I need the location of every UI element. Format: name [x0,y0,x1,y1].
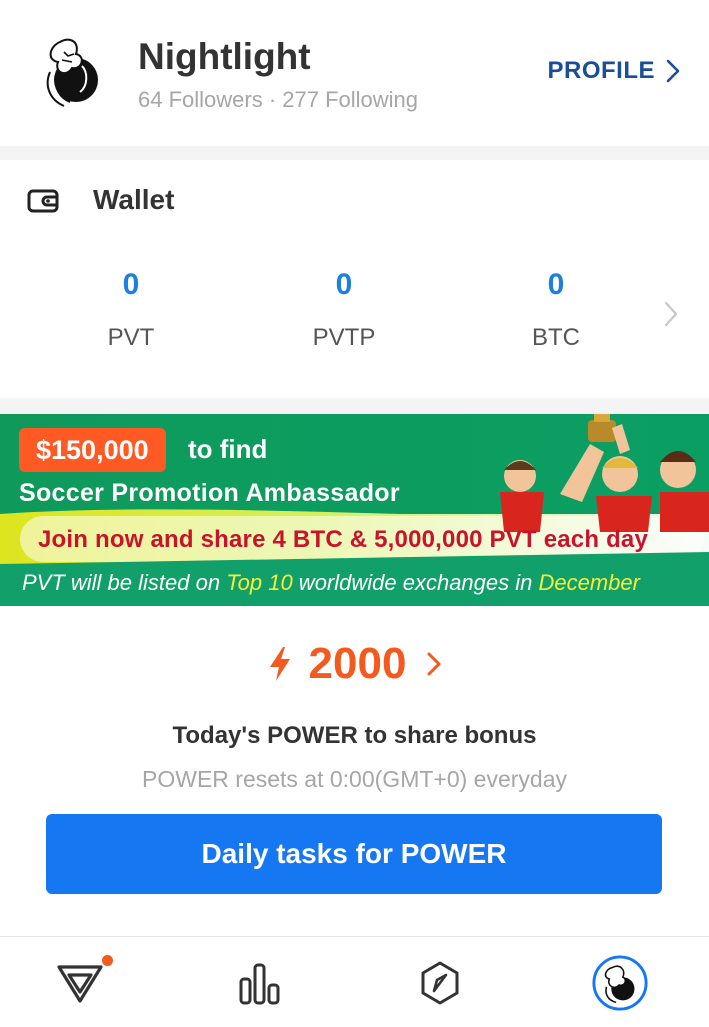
banner-listed-text: PVT will be listed on Top 10 worldwide e… [22,570,640,596]
coin-name: BTC [532,324,580,351]
chevron-right-icon[interactable] [663,300,679,328]
power-value: 2000 [308,639,407,688]
profile-name: Nightlight [138,36,311,77]
wallet-coin-pvt: 0 PVT [61,268,201,352]
promo-banner[interactable]: $150,000 to find Soccer Promotion Ambass… [0,414,709,606]
tab-home[interactable] [20,937,140,1027]
profile-link[interactable]: PROFILE [547,57,681,85]
wallet-coin-btc: 0 BTC [486,268,626,352]
notification-dot [102,955,113,966]
banner-to-find: to find [188,434,268,464]
wallet-icon [27,189,59,213]
home-v-icon [57,964,103,1003]
listed-text-1: PVT will be listed on [22,570,227,595]
daily-tasks-button[interactable]: Daily tasks for POWER [46,814,662,894]
banner-join-text: Join now and share 4 BTC & 5,000,000 PVT… [38,526,649,553]
listed-highlight-2: December [538,570,640,595]
compass-icon [421,961,459,1004]
profile-link-label: PROFILE [547,57,655,84]
lightning-icon [269,647,290,681]
section-divider [0,146,709,160]
coin-name: PVTP [312,324,376,351]
tab-discover[interactable] [380,937,500,1027]
listed-highlight-1: Top 10 [226,570,293,595]
chevron-right-icon [666,59,680,83]
banner-headline: Soccer Promotion Ambassador [19,479,400,507]
coin-value: 0 [335,268,353,301]
tab-me[interactable] [560,937,680,1027]
profile-avatar[interactable] [36,32,106,112]
power-title: Today's POWER to share bonus [172,722,537,749]
wallet-card[interactable]: Wallet 0 PVT 0 PVTP 0 BTC [0,160,709,398]
wallet-coin-pvtp: 0 PVTP [274,268,414,352]
wallet-title: Wallet [93,184,175,215]
section-divider [0,398,709,414]
bottom-tab-bar [0,936,709,1027]
avatar-icon [592,954,648,1011]
tab-rankings[interactable] [200,937,320,1027]
listed-text-2: worldwide exchanges in [292,570,539,595]
coin-value: 0 [122,268,140,301]
power-value-link[interactable]: 2000 [0,634,709,694]
coin-name: PVT [107,324,155,351]
coin-value: 0 [547,268,565,301]
chevron-right-icon [427,652,441,676]
prize-badge: $150,000 [19,428,166,472]
power-subtitle: POWER resets at 0:00(GMT+0) everyday [142,766,567,792]
follow-stats[interactable]: 64 Followers · 277 Following [138,87,418,113]
profile-header: Nightlight 64 Followers · 277 Following … [0,0,709,146]
chart-bars-icon [239,963,280,1004]
